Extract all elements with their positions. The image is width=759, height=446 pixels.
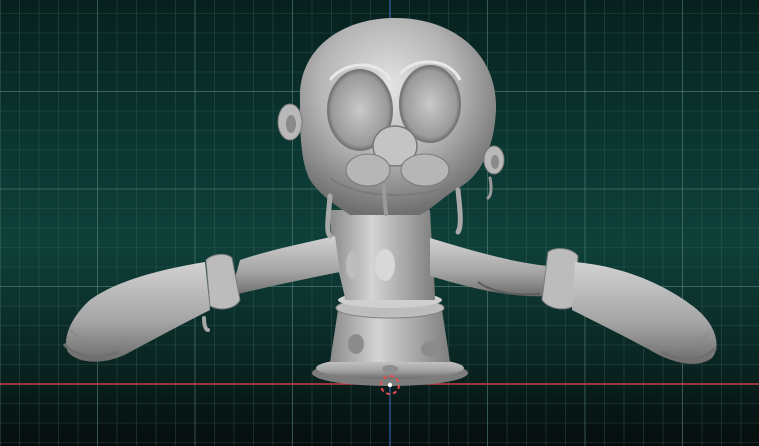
sculpt-model-icon[interactable] — [62, 18, 718, 386]
viewport-scene — [0, 0, 759, 446]
3d-viewport[interactable] — [0, 0, 759, 446]
